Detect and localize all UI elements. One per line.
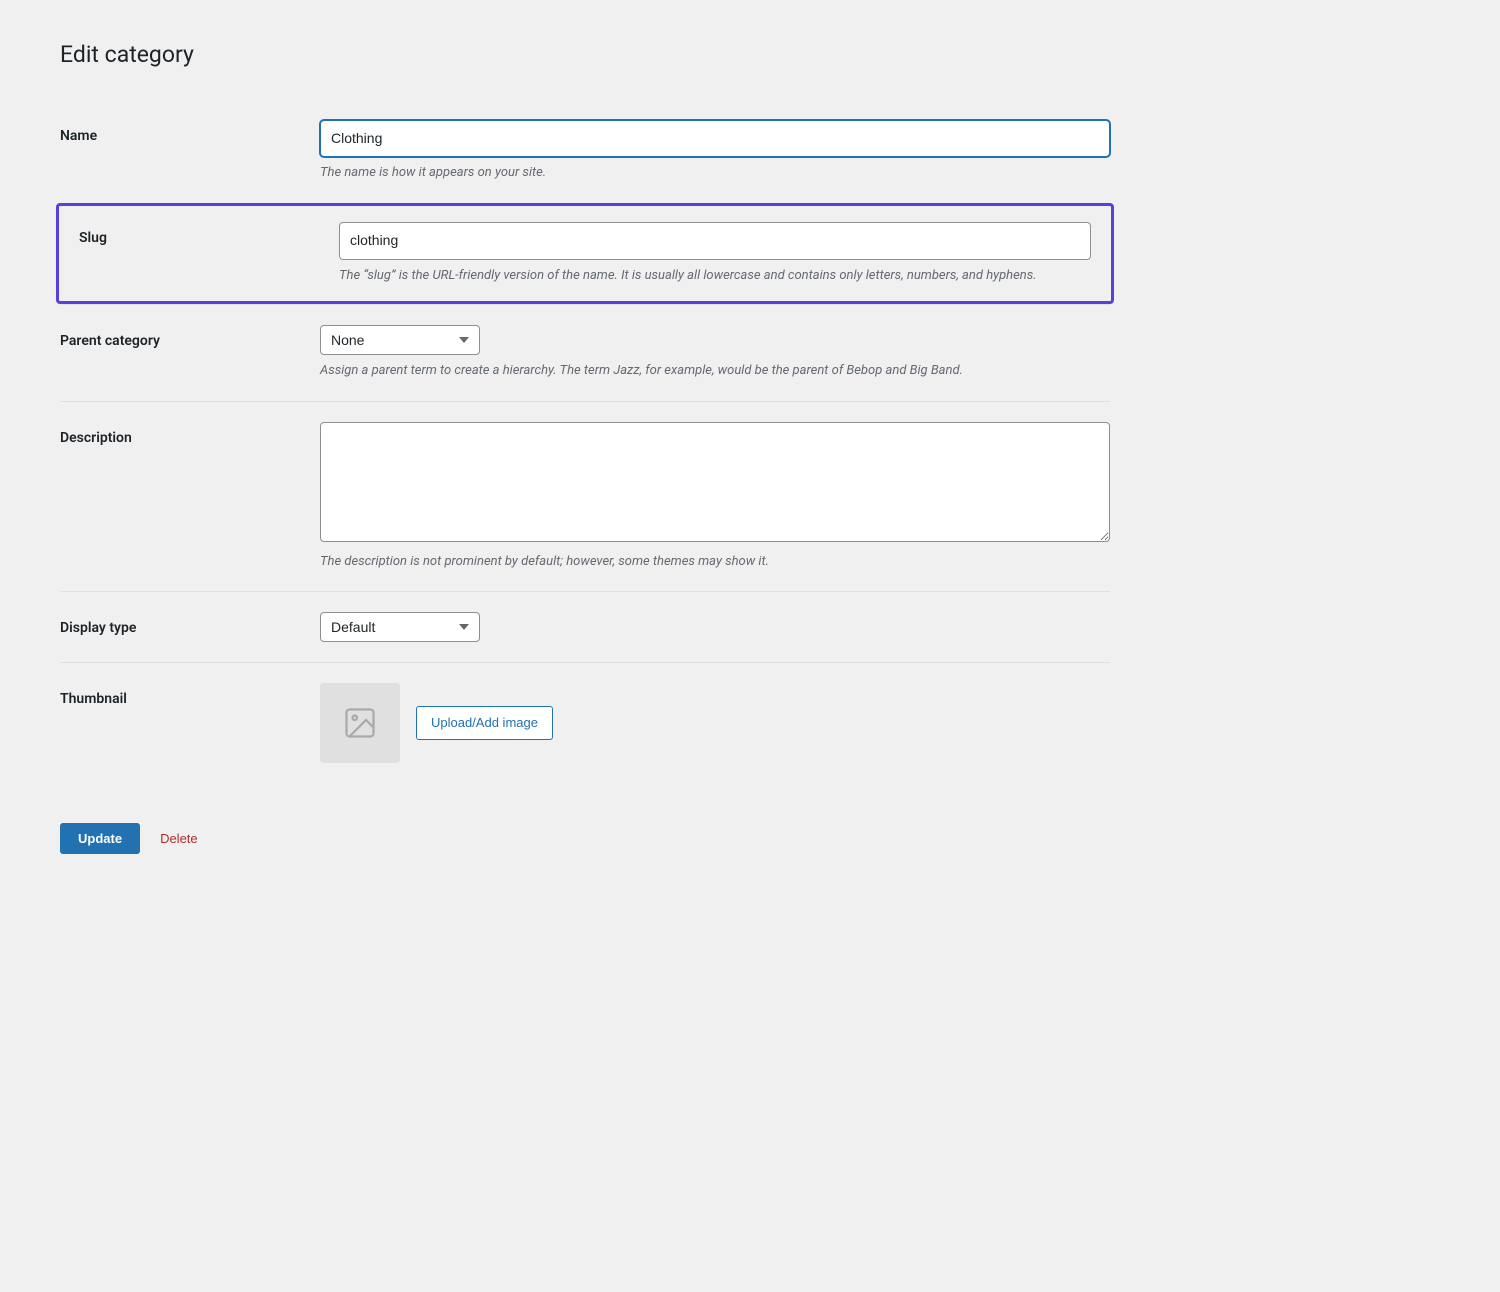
display-type-select[interactable]: Default [320,612,480,642]
parent-category-row: Parent category None Assign a parent ter… [60,304,1110,401]
thumbnail-row: Thumbnail Upload/Add image [60,662,1110,783]
actions-row: Update Delete [60,813,1110,854]
slug-section: Slug The “slug” is the URL-friendly vers… [60,203,1110,304]
slug-row-inner: Slug The “slug” is the URL-friendly vers… [79,222,1091,285]
thumbnail-placeholder [320,683,400,763]
description-field: The description is not prominent by defa… [320,422,1110,572]
name-input[interactable] [320,120,1110,158]
parent-category-field: None Assign a parent term to create a hi… [320,325,1110,381]
description-row: Description The description is not promi… [60,401,1110,592]
parent-category-select[interactable]: None [320,325,480,355]
thumbnail-area: Upload/Add image [320,683,1110,763]
page-title: Edit category [60,40,1440,70]
slug-field: The “slug” is the URL-friendly version o… [339,222,1091,285]
slug-highlight-box: Slug The “slug” is the URL-friendly vers… [56,203,1114,304]
name-field: The name is how it appears on your site. [320,120,1110,183]
parent-category-label: Parent category [60,325,320,349]
description-textarea[interactable] [320,422,1110,542]
update-button[interactable]: Update [60,823,140,854]
display-type-field: Default [320,612,1110,642]
slug-help-text: The “slug” is the URL-friendly version o… [339,266,1091,286]
name-label: Name [60,120,320,144]
description-label: Description [60,422,320,446]
description-help-text: The description is not prominent by defa… [320,552,1110,572]
thumbnail-field: Upload/Add image [320,683,1110,763]
edit-category-form: Name The name is how it appears on your … [60,100,1110,854]
delete-button[interactable]: Delete [160,831,198,846]
thumbnail-label: Thumbnail [60,683,320,707]
display-type-row: Display type Default [60,591,1110,662]
name-help-text: The name is how it appears on your site. [320,163,1110,183]
upload-add-image-button[interactable]: Upload/Add image [416,706,553,740]
parent-category-help-text: Assign a parent term to create a hierarc… [320,361,1110,381]
slug-input[interactable] [339,222,1091,260]
slug-label: Slug [79,222,339,246]
name-row: Name The name is how it appears on your … [60,100,1110,203]
display-type-label: Display type [60,612,320,636]
image-placeholder-icon [342,705,378,741]
